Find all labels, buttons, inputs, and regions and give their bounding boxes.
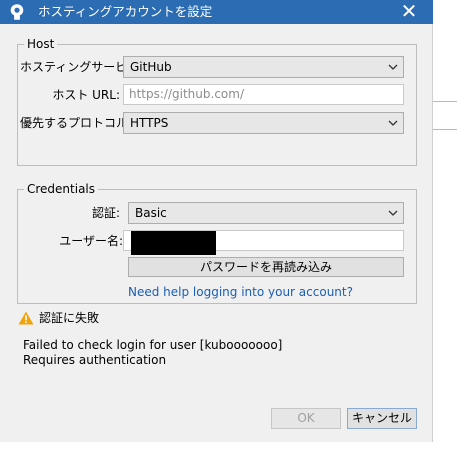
- error-message-line1: Failed to check login for user [kubooooo…: [23, 338, 283, 352]
- sourcetree-icon: [10, 4, 24, 20]
- username-label: ユーザー名:: [59, 234, 123, 248]
- error-message-line2: Requires authentication: [23, 353, 167, 367]
- host-url-input[interactable]: https://github.com/: [123, 84, 404, 105]
- reload-password-button[interactable]: パスワードを再読み込み: [128, 257, 404, 277]
- redaction-block: [131, 231, 216, 255]
- hosting-service-select[interactable]: GitHub: [123, 56, 404, 78]
- dialog-window: ホスティングアカウントを設定 ✕ Host ホスティングサービス: GitHub…: [0, 0, 433, 442]
- chevron-down-icon: [388, 120, 398, 126]
- background-line: [433, 101, 457, 102]
- title-bar[interactable]: ホスティングアカウントを設定 ✕: [0, 0, 433, 24]
- chevron-down-icon: [388, 210, 398, 216]
- help-login-link[interactable]: Need help logging into your account?: [128, 284, 353, 300]
- status-title: 認証に失敗: [39, 311, 100, 325]
- protocol-label: 優先するプロトコル:: [20, 116, 133, 130]
- auth-select[interactable]: Basic: [128, 202, 404, 224]
- hosting-service-label: ホスティングサービス:: [20, 60, 144, 74]
- warning-icon: [18, 311, 34, 325]
- chevron-down-icon: [388, 64, 398, 70]
- close-button[interactable]: ✕: [392, 0, 426, 24]
- protocol-select[interactable]: HTTPS: [123, 112, 404, 134]
- hosting-service-value: GitHub: [130, 60, 172, 74]
- protocol-value: HTTPS: [130, 116, 169, 130]
- background-line: [433, 129, 457, 130]
- credentials-legend: Credentials: [27, 182, 96, 196]
- host-legend: Host: [27, 37, 55, 51]
- auth-value: Basic: [135, 206, 167, 220]
- ok-button[interactable]: OK: [271, 408, 341, 429]
- host-url-label: ホスト URL:: [52, 88, 120, 102]
- cancel-button[interactable]: キャンセル: [347, 408, 417, 429]
- host-url-placeholder: https://github.com/: [129, 87, 244, 101]
- window-title: ホスティングアカウントを設定: [38, 4, 213, 19]
- auth-label: 認証:: [91, 206, 120, 220]
